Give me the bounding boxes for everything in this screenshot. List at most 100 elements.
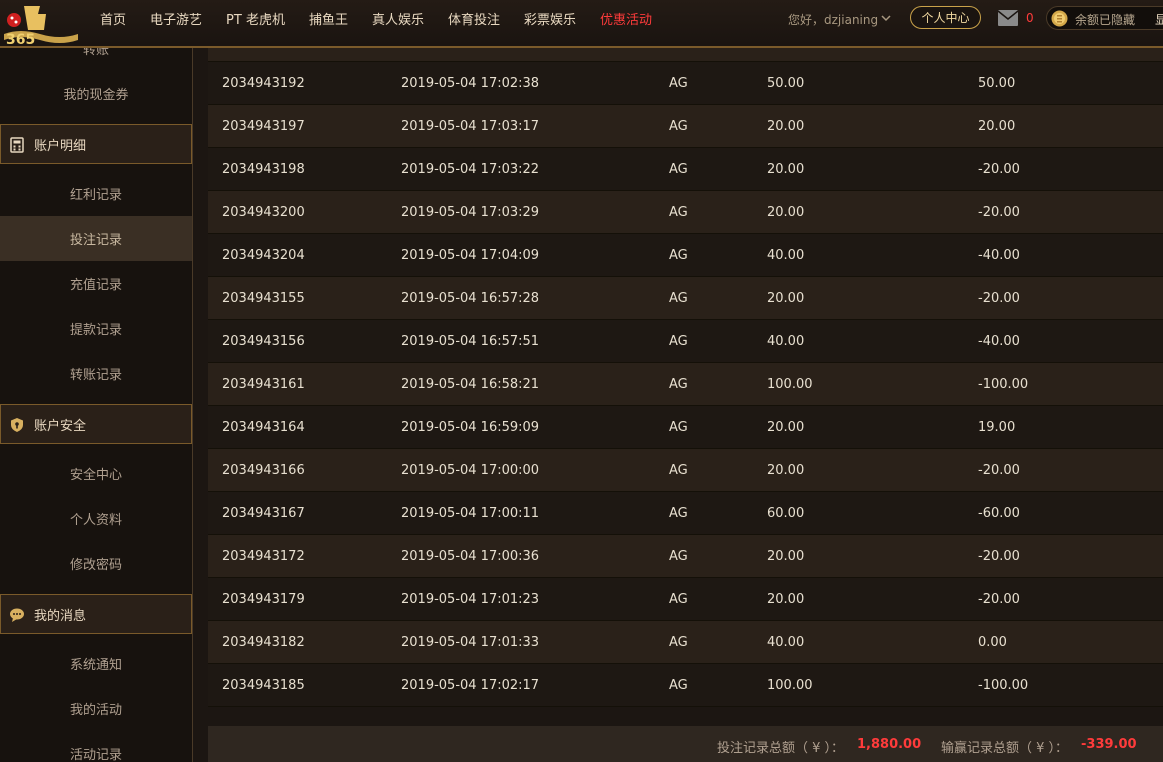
sidebar-item-cash-coupon[interactable]: 我的现金券 bbox=[0, 71, 192, 116]
mail-count-badge[interactable]: 0 bbox=[1026, 11, 1034, 25]
cell-bet-time: 2019-05-04 17:00:11 bbox=[401, 506, 540, 521]
cell-win-loss: -20.00 bbox=[978, 592, 1020, 607]
table-row: 2034943204 2019-05-04 17:04:09 AG 40.00 -40.… bbox=[208, 234, 1163, 277]
table-row: 2034943156 2019-05-04 16:57:51 AG 40.00 -40.… bbox=[208, 320, 1163, 363]
winloss-total-label: 输赢记录总额（ ¥ ）： bbox=[941, 741, 1069, 756]
shield-icon bbox=[11, 418, 23, 432]
cell-win-loss: -20.00 bbox=[978, 162, 1020, 177]
table-row: 2034943172 2019-05-04 17:00:36 AG 20.00 -20.… bbox=[208, 535, 1163, 578]
sidebar-section-account-security[interactable]: 账户安全 bbox=[0, 404, 192, 444]
cell-bet-amount: 40.00 bbox=[767, 248, 805, 263]
cell-order-id: 2034943182 bbox=[222, 635, 305, 650]
table-row: 2034943197 2019-05-04 17:03:17 AG 20.00 20.0… bbox=[208, 105, 1163, 148]
cell-platform: AG bbox=[669, 205, 688, 220]
cell-platform: AG bbox=[669, 162, 688, 177]
nav-pt-slots[interactable]: PT 老虎机 bbox=[226, 9, 285, 28]
cell-bet-time: 2019-05-04 17:03:22 bbox=[401, 162, 540, 177]
sidebar-item-my-activity[interactable]: 我的活动 bbox=[0, 686, 192, 731]
cell-order-id: 2034943192 bbox=[222, 76, 305, 91]
nav-fishing[interactable]: 捕鱼王 bbox=[309, 9, 348, 28]
table-row: 2034943161 2019-05-04 16:58:21 AG 100.00 -10… bbox=[208, 363, 1163, 406]
cell-win-loss: -100.00 bbox=[978, 377, 1029, 392]
sidebar-item-withdraw-record[interactable]: 提款记录 bbox=[0, 306, 192, 351]
cell-order-id: 2034943204 bbox=[222, 248, 305, 263]
table-row: 2034943166 2019-05-04 17:00:00 AG 20.00 -20.… bbox=[208, 449, 1163, 492]
cell-win-loss: -20.00 bbox=[978, 291, 1020, 306]
sidebar-section-label: 账户安全 bbox=[34, 418, 87, 434]
cell-win-loss: -20.00 bbox=[978, 205, 1020, 220]
app-root: 365 首页 电子游艺 PT 老虎机 捕鱼王 真人娱乐 体育投注 彩票娱乐 优惠… bbox=[0, 0, 1163, 762]
cell-win-loss: -20.00 bbox=[978, 463, 1020, 478]
bet-total-label: 投注记录总额（ ¥ ）： bbox=[717, 741, 845, 756]
cell-order-id: 2034943156 bbox=[222, 334, 305, 349]
chat-bubble-icon bbox=[10, 608, 24, 622]
cell-win-loss: -40.00 bbox=[978, 248, 1020, 263]
cell-platform: AG bbox=[669, 635, 688, 650]
cell-win-loss: 20.00 bbox=[978, 119, 1016, 134]
cell-bet-amount: 20.00 bbox=[767, 291, 805, 306]
nav-sports[interactable]: 体育投注 bbox=[448, 9, 500, 28]
sidebar-item-system-notice[interactable]: 系统通知 bbox=[0, 641, 192, 686]
cell-win-loss: -100.00 bbox=[978, 678, 1029, 693]
gold-coin-icon bbox=[1051, 10, 1068, 27]
sidebar-item-bonus-record[interactable]: 红利记录 bbox=[0, 171, 192, 216]
cell-bet-time: 2019-05-04 17:03:17 bbox=[401, 119, 540, 134]
cell-platform: AG bbox=[669, 506, 688, 521]
nav-egames[interactable]: 电子游艺 bbox=[150, 9, 202, 28]
svg-text:365: 365 bbox=[6, 32, 35, 48]
cell-win-loss: -60.00 bbox=[978, 506, 1020, 521]
sidebar-item-activity-record[interactable]: 活动记录 bbox=[0, 731, 192, 762]
bet-record-table: 2034943192 2019-05-04 17:02:38 AG 50.00 50.0… bbox=[208, 48, 1163, 762]
personal-center-button[interactable]: 个人中心 bbox=[910, 6, 981, 29]
cell-bet-amount: 100.00 bbox=[767, 678, 813, 693]
cell-bet-time: 2019-05-04 17:00:00 bbox=[401, 463, 540, 478]
table-row: 2034943164 2019-05-04 16:59:09 AG 20.00 19.0… bbox=[208, 406, 1163, 449]
cell-bet-time: 2019-05-04 17:00:36 bbox=[401, 549, 540, 564]
balance-box[interactable]: 余额已隐藏 显 bbox=[1046, 6, 1163, 30]
table-row: 2034943167 2019-05-04 17:00:11 AG 60.00 -60.… bbox=[208, 492, 1163, 535]
sidebar-item-bet-record[interactable]: 投注记录 bbox=[0, 216, 192, 261]
sidebar-item-transfer-record[interactable]: 转账记录 bbox=[0, 351, 192, 396]
sidebar-section-account-detail[interactable]: 账户明细 bbox=[0, 124, 192, 164]
envelope-icon[interactable] bbox=[998, 10, 1018, 26]
show-balance-button[interactable]: 显 bbox=[1155, 11, 1163, 28]
cell-platform: AG bbox=[669, 76, 688, 91]
summary-bar: 投注记录总额（ ¥ ）： 1,880.00 输赢记录总额（ ¥ ）： -339.… bbox=[208, 726, 1163, 762]
sidebar-item-deposit-record[interactable]: 充值记录 bbox=[0, 261, 192, 306]
table-row-partial bbox=[208, 48, 1163, 62]
sidebar-item-transfer[interactable]: 转账 bbox=[0, 48, 192, 62]
user-greeting[interactable]: 您好，dzjianing bbox=[788, 11, 878, 28]
cell-order-id: 2034943166 bbox=[222, 463, 305, 478]
cell-platform: AG bbox=[669, 248, 688, 263]
sidebar-section-my-messages[interactable]: 我的消息 bbox=[0, 594, 192, 634]
cell-bet-time: 2019-05-04 17:02:38 bbox=[401, 76, 540, 91]
cell-bet-amount: 100.00 bbox=[767, 377, 813, 392]
cell-win-loss: 0.00 bbox=[978, 635, 1007, 650]
chevron-down-icon[interactable] bbox=[881, 13, 891, 23]
logo-icon[interactable]: 365 bbox=[0, 0, 82, 48]
cell-order-id: 2034943185 bbox=[222, 678, 305, 693]
nav-promotions[interactable]: 优惠活动 bbox=[600, 9, 652, 28]
table-row: 2034943200 2019-05-04 17:03:29 AG 20.00 -20.… bbox=[208, 191, 1163, 234]
nav-lottery[interactable]: 彩票娱乐 bbox=[524, 9, 576, 28]
cell-platform: AG bbox=[669, 678, 688, 693]
nav-live-casino[interactable]: 真人娱乐 bbox=[372, 9, 424, 28]
calculator-icon bbox=[10, 137, 24, 153]
cell-platform: AG bbox=[669, 463, 688, 478]
winloss-total-value: -339.00 bbox=[1081, 737, 1137, 752]
cell-order-id: 2034943155 bbox=[222, 291, 305, 306]
cell-platform: AG bbox=[669, 377, 688, 392]
sidebar-item-security-center[interactable]: 安全中心 bbox=[0, 451, 192, 496]
cell-bet-time: 2019-05-04 17:02:17 bbox=[401, 678, 540, 693]
sidebar-item-personal-info[interactable]: 个人资料 bbox=[0, 496, 192, 541]
main-nav: 首页 电子游艺 PT 老虎机 捕鱼王 真人娱乐 体育投注 彩票娱乐 优惠活动 bbox=[100, 0, 676, 36]
cell-order-id: 2034943197 bbox=[222, 119, 305, 134]
cell-platform: AG bbox=[669, 334, 688, 349]
sidebar-item-change-password[interactable]: 修改密码 bbox=[0, 541, 192, 586]
sidebar-section-label: 账户明细 bbox=[34, 138, 87, 154]
table-row: 2034943179 2019-05-04 17:01:23 AG 20.00 -20.… bbox=[208, 578, 1163, 621]
cell-bet-amount: 20.00 bbox=[767, 119, 805, 134]
cell-order-id: 2034943164 bbox=[222, 420, 305, 435]
nav-home[interactable]: 首页 bbox=[100, 9, 126, 28]
top-header: 365 首页 电子游艺 PT 老虎机 捕鱼王 真人娱乐 体育投注 彩票娱乐 优惠… bbox=[0, 0, 1163, 48]
